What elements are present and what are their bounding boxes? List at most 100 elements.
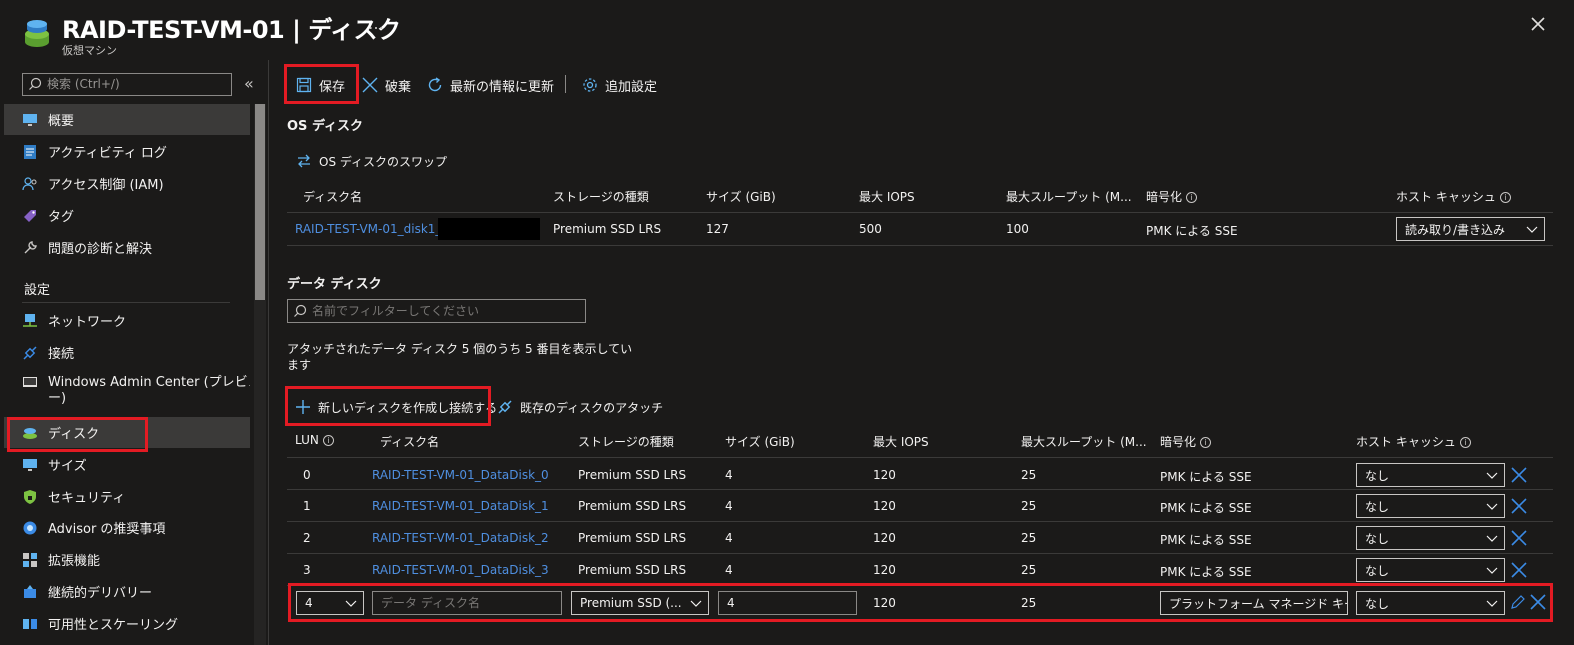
- dd-row-host-cache-select[interactable]: なし: [1356, 526, 1505, 550]
- sidebar-item-network[interactable]: ネットワーク: [4, 305, 250, 336]
- os-disk-storage: Premium SSD LRS: [553, 222, 662, 236]
- sidebar-border: [268, 60, 269, 645]
- refresh-button[interactable]: 最新の情報に更新: [426, 74, 554, 96]
- dd-row-encryption: PMK による SSE: [1160, 565, 1252, 579]
- close-button[interactable]: [1526, 12, 1550, 36]
- additional-settings-button[interactable]: 追加設定: [581, 74, 657, 96]
- dd-row-throughput: 25: [1021, 531, 1037, 545]
- sidebar-item-extensions[interactable]: 拡張機能: [4, 544, 250, 575]
- discard-label: 破棄: [385, 79, 412, 95]
- more-options-button[interactable]: …: [368, 14, 385, 33]
- sidebar-item-connect[interactable]: 接続: [4, 337, 250, 368]
- sidebar-item-label: 接続: [48, 347, 75, 362]
- sidebar-item-diagnose[interactable]: 問題の診断と解決: [4, 232, 250, 263]
- dd-row-name-link[interactable]: RAID-TEST-VM-01_DataDisk_2: [372, 531, 549, 545]
- dd-row-name-link[interactable]: RAID-TEST-VM-01_DataDisk_0: [372, 468, 549, 482]
- attach-existing-label: 既存のディスクのアタッチ: [520, 400, 664, 415]
- detach-disk-button[interactable]: [1510, 529, 1528, 551]
- chevron-down-icon: [1526, 226, 1538, 233]
- chevron-down-icon: [1486, 535, 1498, 542]
- plug-icon: [22, 345, 38, 361]
- os-disk-throughput: 100: [1006, 222, 1029, 236]
- sidebar-item-label: タグ: [48, 210, 75, 225]
- highlight-disks-nav: [7, 417, 148, 452]
- sidebar-item-access-control[interactable]: アクセス制御 (IAM): [4, 168, 250, 199]
- dd-col-lun: LUN i: [295, 433, 334, 447]
- info-icon: i: [1200, 437, 1212, 448]
- toolbar-separator: [565, 75, 566, 93]
- dd-row-encryption: PMK による SSE: [1160, 501, 1252, 515]
- dd-row-lun: 2: [303, 531, 311, 545]
- sidebar-item-label: サイズ: [48, 459, 87, 474]
- os-col-max-iops: 最大 IOPS: [859, 190, 915, 204]
- os-host-cache-select[interactable]: 読み取り/書き込み: [1396, 217, 1545, 241]
- dd-row-name-link[interactable]: RAID-TEST-VM-01_DataDisk_3: [372, 563, 549, 577]
- size-icon: [22, 457, 38, 473]
- detach-disk-button[interactable]: [1510, 497, 1528, 519]
- os-disk-title: OS ディスク: [287, 119, 364, 134]
- dd-row-throughput: 25: [1021, 563, 1037, 577]
- sidebar-item-label: 継続的デリバリー: [48, 586, 153, 601]
- shield-icon: [22, 489, 38, 505]
- sidebar-item-label: 概要: [48, 114, 75, 129]
- discard-icon: [361, 76, 379, 94]
- sidebar-item-size[interactable]: サイズ: [4, 449, 250, 480]
- sidebar-item-label: Windows Admin Center (プレビュ: [48, 375, 250, 390]
- os-disk-name-link[interactable]: RAID-TEST-VM-01_disk1_: [295, 222, 441, 236]
- page-title: RAID-TEST-VM-01 | ディスク: [62, 16, 401, 44]
- os-col-host-cache: ホスト キャッシュ i: [1396, 188, 1511, 205]
- dd-row-host-cache-select[interactable]: なし: [1356, 463, 1505, 487]
- info-icon: i: [1459, 437, 1471, 448]
- info-icon: i: [322, 435, 334, 446]
- refresh-label: 最新の情報に更新: [450, 79, 555, 95]
- advisor-icon: [22, 520, 38, 536]
- redaction-block: [438, 218, 540, 240]
- sidebar-scrollbar-thumb[interactable]: [255, 104, 265, 300]
- detach-disk-button[interactable]: [1510, 466, 1528, 488]
- chevron-down-icon: [1486, 472, 1498, 479]
- gear-icon: [581, 76, 599, 94]
- detach-disk-button[interactable]: [1510, 561, 1528, 583]
- sidebar-item-continuous-delivery[interactable]: 継続的デリバリー: [4, 576, 250, 607]
- highlight-save-button: [284, 64, 359, 104]
- sidebar-item-label: 拡張機能: [48, 554, 101, 569]
- sidebar-item-tags[interactable]: タグ: [4, 200, 250, 231]
- admin-center-icon: [22, 375, 38, 391]
- sidebar-item-label-continued: ー): [48, 391, 67, 406]
- data-disk-count-text: アタッチされたデータ ディスク 5 個のうち 5 番目を表示してい ます: [287, 342, 633, 372]
- people-icon: [22, 176, 38, 192]
- search-icon: [28, 77, 42, 91]
- dd-row-lun: 1: [303, 499, 311, 513]
- sidebar-item-label: アクティビティ ログ: [48, 146, 167, 161]
- chevron-down-icon: [1486, 567, 1498, 574]
- dd-row-name-link[interactable]: RAID-TEST-VM-01_DataDisk_1: [372, 499, 549, 513]
- dd-row-size: 4: [725, 499, 733, 513]
- data-disk-filter-input[interactable]: 名前でフィルターしてください: [287, 299, 586, 323]
- dd-row-host-cache-select[interactable]: なし: [1356, 494, 1505, 518]
- collapse-sidebar-button[interactable]: «: [244, 74, 254, 93]
- dd-row-divider: [287, 521, 1553, 522]
- dd-row-lun: 3: [303, 563, 311, 577]
- tag-icon: [22, 208, 38, 224]
- sidebar-item-activity-log[interactable]: アクティビティ ログ: [4, 136, 250, 167]
- sidebar-item-scaling[interactable]: 可用性とスケーリング: [4, 608, 250, 639]
- sidebar-item-label: 問題の診断と解決: [48, 242, 153, 257]
- highlight-create-attach: [285, 386, 491, 426]
- sidebar-item-label: セキュリティ: [48, 491, 126, 506]
- sidebar-item-security[interactable]: セキュリティ: [4, 481, 250, 512]
- dd-row-host-cache-select[interactable]: なし: [1356, 558, 1505, 582]
- dd-row-size: 4: [725, 531, 733, 545]
- sidebar-item-overview[interactable]: 概要: [4, 104, 250, 135]
- dd-row-iops: 120: [873, 468, 896, 482]
- sidebar-search-input[interactable]: 検索 (Ctrl+/): [22, 73, 232, 96]
- dd-row-encryption: PMK による SSE: [1160, 470, 1252, 484]
- discard-button[interactable]: 破棄: [361, 74, 411, 96]
- dd-row-divider: [287, 489, 1553, 490]
- wrench-icon: [22, 240, 38, 256]
- sidebar-item-windows-admin-center[interactable]: Windows Admin Center (プレビュ ー): [4, 369, 250, 413]
- dd-row-encryption: PMK による SSE: [1160, 533, 1252, 547]
- close-icon: [1531, 17, 1545, 31]
- sidebar-item-advisor[interactable]: Advisor の推奨事項: [4, 512, 250, 543]
- swap-os-disk-button[interactable]: OS ディスクのスワップ: [295, 150, 447, 172]
- attach-existing-disk-button[interactable]: 既存のディスクのアタッチ: [496, 396, 663, 418]
